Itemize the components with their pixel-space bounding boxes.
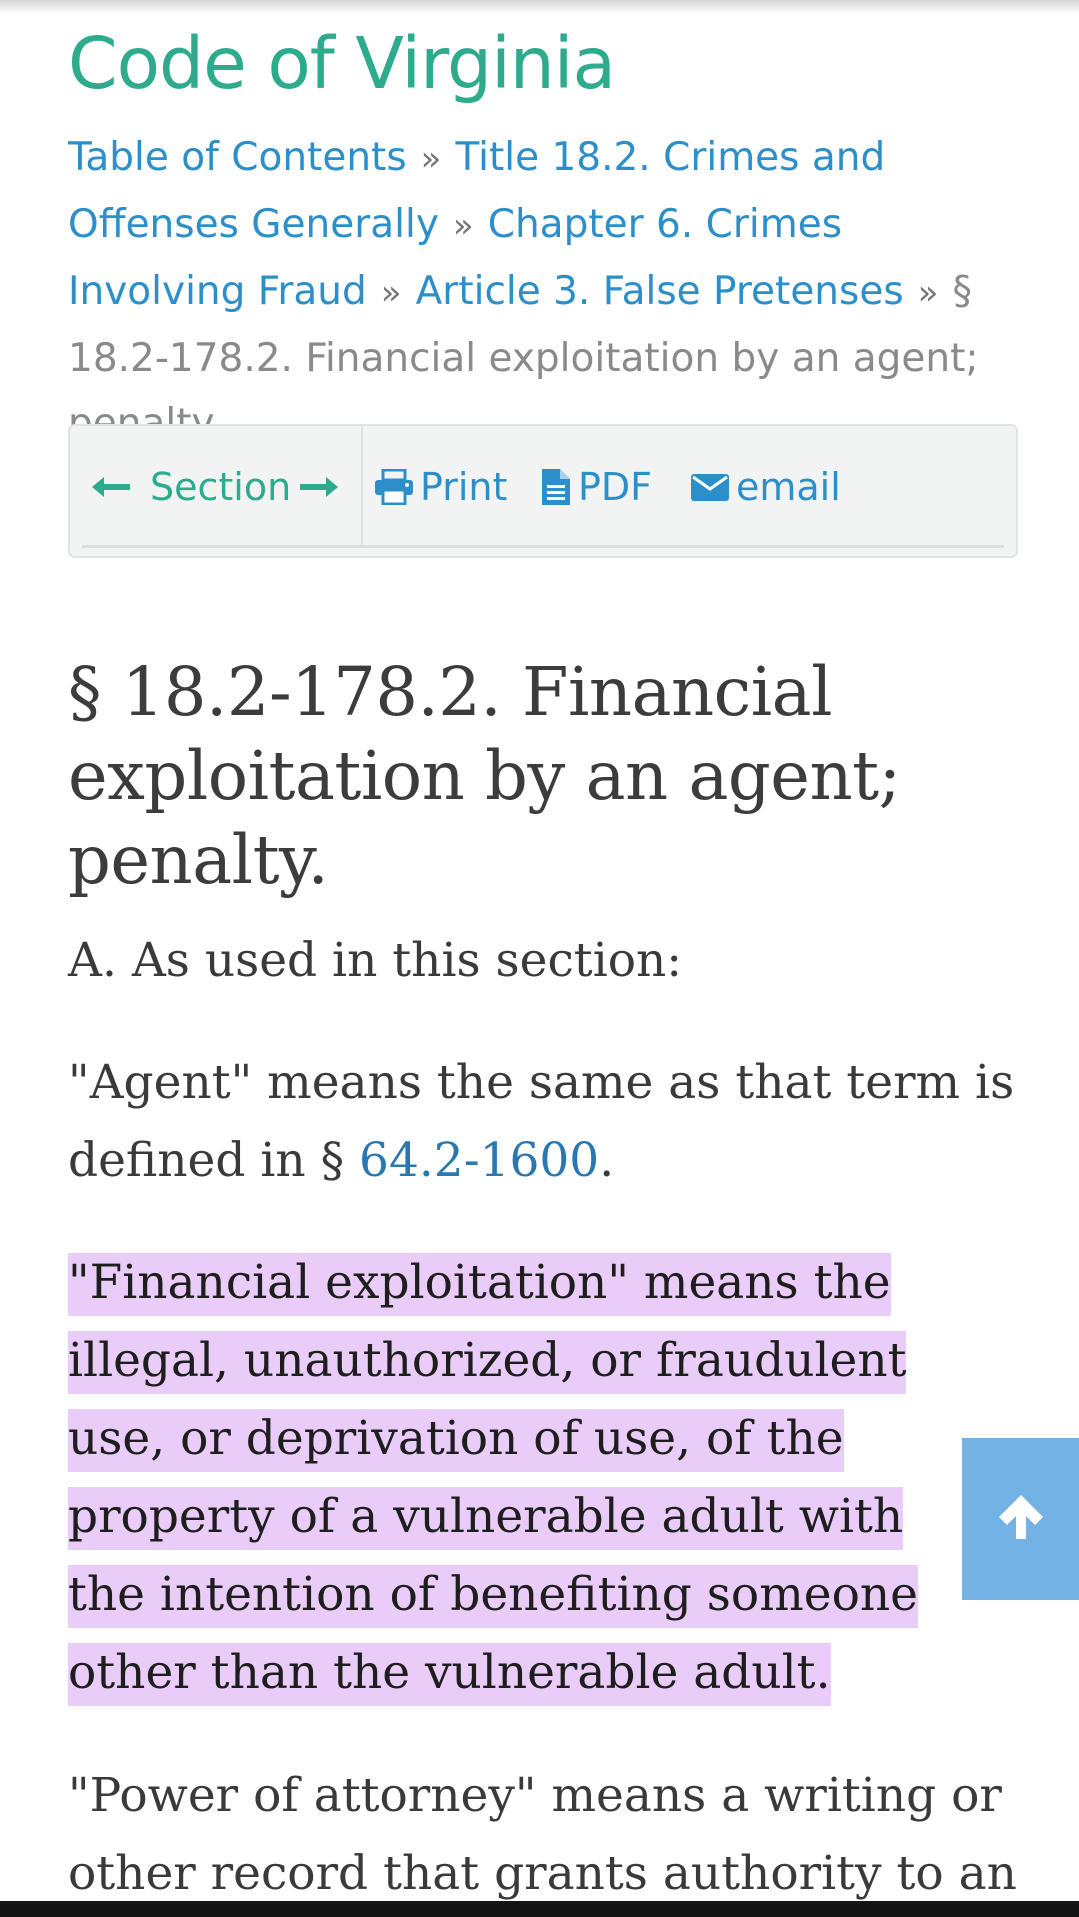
email-label: email	[736, 465, 841, 509]
section-64-2-1600-link[interactable]: 64.2-1600	[359, 1133, 599, 1188]
agent-definition: "Agent" means the same as that term is d…	[68, 1044, 1028, 1200]
breadcrumb-separator: »	[380, 273, 402, 313]
breadcrumb-article[interactable]: Article 3. False Pretenses	[416, 269, 904, 314]
print-icon	[374, 469, 414, 505]
subsection-a-text: A. As used in this section:	[68, 933, 683, 988]
arrow-left-icon	[90, 474, 132, 500]
breadcrumb: Table of Contents» Title 18.2. Crimes and…	[68, 125, 1028, 456]
email-button[interactable]: email	[690, 462, 841, 512]
pdf-button[interactable]: PDF	[540, 462, 652, 512]
breadcrumb-separator: »	[420, 139, 442, 179]
agent-definition-end: .	[599, 1133, 615, 1188]
breadcrumb-table-of-contents[interactable]: Table of Contents	[68, 135, 407, 180]
section-heading: § 18.2-178.2. Financial exploitation by …	[68, 653, 901, 899]
pdf-file-icon	[540, 467, 572, 507]
toolbar-divider	[361, 426, 363, 545]
breadcrumb-separator: »	[917, 273, 939, 313]
top-shadow	[0, 0, 1079, 14]
site-title[interactable]: Code of Virginia	[68, 22, 616, 105]
bottom-system-bar	[0, 1901, 1079, 1917]
pdf-label: PDF	[578, 465, 653, 509]
financial-exploitation-definition: "Financial exploitation" means the illeg…	[68, 1244, 968, 1712]
next-section-button[interactable]	[298, 462, 340, 512]
toolbar-underline	[82, 545, 1004, 548]
print-label: Print	[420, 465, 508, 509]
section-toolbar: Section Print PDF email	[68, 424, 1018, 558]
arrow-right-icon	[298, 474, 340, 500]
print-button[interactable]: Print	[374, 462, 507, 512]
power-of-attorney-definition: "Power of attorney" means a writing or o…	[68, 1768, 1017, 1901]
highlighted-text: "Financial exploitation" means the illeg…	[68, 1253, 918, 1706]
envelope-icon	[690, 471, 730, 503]
section-nav-label: Section	[150, 465, 292, 509]
arrow-up-icon	[995, 1491, 1047, 1548]
breadcrumb-separator: »	[452, 206, 474, 246]
back-to-top-button[interactable]	[962, 1438, 1079, 1600]
previous-section-button[interactable]	[90, 462, 132, 512]
